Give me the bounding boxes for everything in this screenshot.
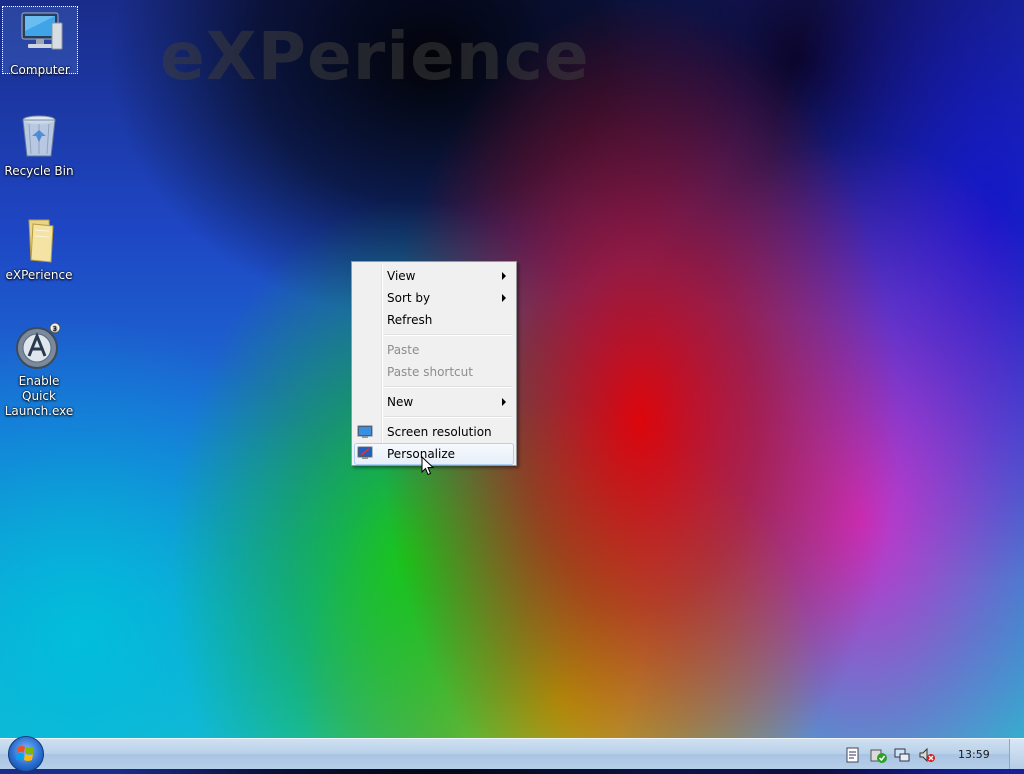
personalize-icon — [357, 446, 373, 460]
menu-separator — [384, 386, 512, 388]
folder-icon — [15, 216, 63, 264]
mouse-cursor-icon — [421, 455, 435, 476]
start-button[interactable] — [8, 736, 44, 772]
autoit-script-icon: 3 — [15, 322, 63, 370]
desktop-icon-experience-folder[interactable]: eXPerience — [2, 216, 76, 283]
desktop-icon-label: Enable Quick Launch.exe — [4, 374, 74, 418]
menu-item-new[interactable]: New — [354, 391, 514, 413]
recycle-bin-icon — [15, 112, 63, 160]
action-center-icon[interactable] — [846, 747, 862, 763]
desktop-wallpaper-watermark: eXPerience — [160, 18, 590, 95]
menu-item-label: Paste — [387, 343, 420, 357]
show-desktop-button[interactable] — [1009, 739, 1024, 769]
submenu-arrow-icon — [502, 294, 506, 302]
menu-item-view[interactable]: View — [354, 265, 514, 287]
menu-item-paste[interactable]: Paste — [354, 339, 514, 361]
network-icon[interactable] — [894, 747, 910, 762]
taskbar-clock[interactable]: 13:59 — [958, 748, 990, 761]
desktop-icon-computer[interactable]: Computer — [2, 6, 78, 77]
submenu-arrow-icon — [502, 272, 506, 280]
menu-item-screen-resolution[interactable]: Screen resolution — [354, 421, 514, 443]
submenu-arrow-icon — [502, 398, 506, 406]
taskbar: 13:59 — [0, 736, 1024, 772]
computer-icon — [16, 11, 64, 59]
desktop-icon-label: eXPerience — [5, 268, 73, 282]
svg-text:3: 3 — [53, 325, 57, 333]
windows-logo-icon — [16, 746, 34, 761]
security-check-icon[interactable] — [870, 747, 887, 763]
menu-item-label: New — [387, 395, 414, 409]
menu-item-label: Screen resolution — [387, 425, 492, 439]
display-icon — [357, 424, 373, 438]
menu-separator — [384, 416, 512, 418]
menu-item-label: Refresh — [387, 313, 433, 327]
menu-item-sort-by[interactable]: Sort by — [354, 287, 514, 309]
desktop-icon-enable-quick-launch[interactable]: 3 Enable Quick Launch.exe — [2, 322, 76, 419]
desktop-icon-label: Recycle Bin — [4, 164, 74, 178]
menu-item-refresh[interactable]: Refresh — [354, 309, 514, 331]
desktop-icon-label: Computer — [10, 63, 70, 77]
menu-separator — [384, 334, 512, 336]
menu-item-paste-shortcut[interactable]: Paste shortcut — [354, 361, 514, 383]
menu-item-label: View — [387, 269, 416, 283]
volume-muted-icon[interactable] — [918, 747, 935, 763]
desktop-icon-recycle-bin[interactable]: Recycle Bin — [2, 112, 76, 179]
menu-item-label: Paste shortcut — [387, 365, 473, 379]
menu-item-label: Sort by — [387, 291, 431, 305]
desktop-context-menu: View Sort by Refresh Paste Paste shortcu… — [351, 261, 517, 466]
